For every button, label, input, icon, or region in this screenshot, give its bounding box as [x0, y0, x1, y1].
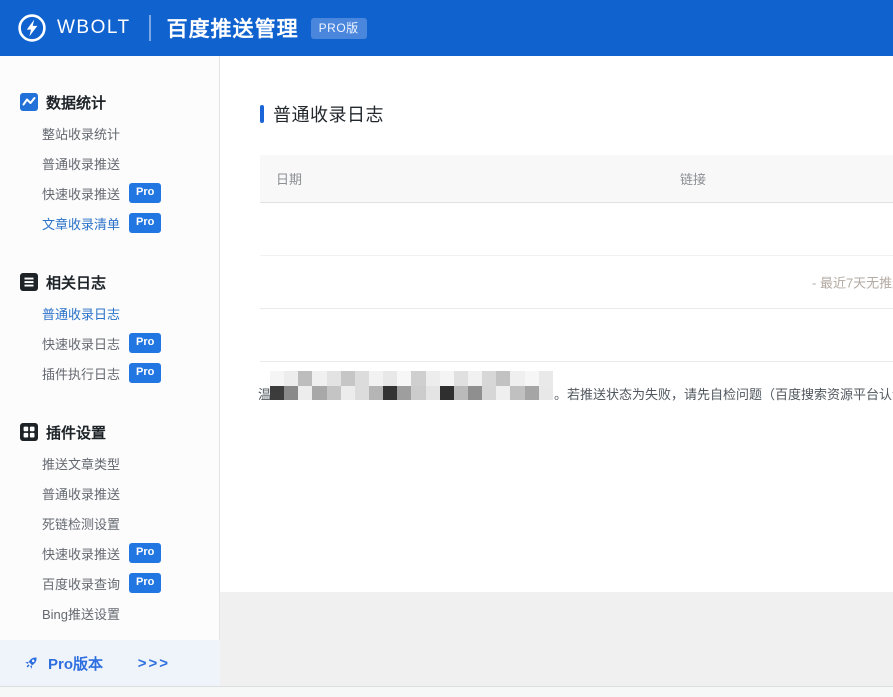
sidebar-section-title: 插件设置 [0, 422, 219, 442]
chevrons-icon: >>> [138, 655, 170, 672]
sidebar-item[interactable]: 推送文章类型 [0, 448, 219, 478]
sidebar-item-label: 文章收录清单 [42, 214, 120, 233]
pro-version-label: Pro版本 [48, 653, 103, 674]
pro-badge: Pro [129, 543, 161, 563]
empty-log-message: - 最近7天无推送记录 - [812, 273, 893, 292]
pro-version-badge: PRO版 [311, 18, 367, 39]
table-header-row: 日期 链接 [260, 155, 893, 203]
sidebar-section-title: 相关日志 [0, 272, 219, 292]
header-bar: WBOLT 百度推送管理 PRO版 [0, 0, 893, 56]
sidebar-item-label: 普通收录日志 [42, 304, 120, 323]
sidebar-section: 数据统计整站收录统计普通收录推送快速收录推送 Pro 文章收录清单 Pro [0, 92, 219, 238]
bottom-strip [0, 686, 893, 697]
main-content: 普通收录日志 日期 链接 - 最近7天无推送记录 - 温。若推送状态为失败，请先… [220, 56, 893, 697]
header-divider [149, 15, 151, 41]
sidebar-item-label: 插件执行日志 [42, 364, 120, 383]
page-title: 普通收录日志 [273, 101, 384, 127]
sidebar-item[interactable]: 文章收录清单 Pro [0, 208, 219, 238]
app-title: 百度推送管理 [167, 13, 299, 43]
sidebar-section-label: 数据统计 [46, 92, 106, 113]
sidebar-item-label: 百度收录查询 [42, 574, 120, 593]
pro-badge: Pro [129, 333, 161, 353]
sidebar-item-label: 快速收录推送 [42, 184, 120, 203]
sidebar-section: 相关日志普通收录日志快速收录日志 Pro 插件执行日志 Pro [0, 272, 219, 388]
title-accent-bar [260, 105, 264, 123]
sidebar-item-label: 推送文章类型 [42, 454, 120, 473]
sidebar-item[interactable]: 快速收录推送 Pro [0, 178, 219, 208]
wbolt-bolt-icon [18, 14, 46, 42]
log-table: 日期 链接 - 最近7天无推送记录 - [260, 155, 893, 362]
sidebar-item[interactable]: 插件执行日志 Pro [0, 358, 219, 388]
sidebar-item-label: 快速收录推送 [42, 544, 120, 563]
sidebar-item-label: 快速收录日志 [42, 334, 120, 353]
sidebar-item-label: Bing推送设置 [42, 604, 120, 623]
notice-body: 。若推送状态为失败，请先自检问题（百度搜索资源平台认证域名与网站实际 [554, 387, 893, 402]
brand-name: WBOLT [57, 17, 131, 39]
sidebar-item[interactable]: 普通收录推送 [0, 478, 219, 508]
table-body: - 最近7天无推送记录 - [260, 203, 893, 362]
sidebar-item[interactable]: 整站收录统计 [0, 118, 219, 148]
log-icon [20, 273, 38, 291]
sidebar-item[interactable]: 快速收录日志 Pro [0, 328, 219, 358]
grid-icon [20, 423, 38, 441]
footer-area [220, 592, 893, 686]
pro-badge: Pro [129, 183, 161, 203]
sidebar-item-label: 普通收录推送 [42, 484, 120, 503]
sidebar-section-title: 数据统计 [0, 92, 219, 112]
sidebar-item-label: 整站收录统计 [42, 124, 120, 143]
section-heading: 普通收录日志 [260, 103, 384, 125]
sidebar-item[interactable]: Bing推送设置 [0, 598, 219, 628]
table-row [260, 203, 893, 256]
sidebar-item[interactable]: 普通收录推送 [0, 148, 219, 178]
sidebar-section: 插件设置推送文章类型普通收录推送死链检测设置快速收录推送 Pro 百度收录查询 Pro… [0, 422, 219, 628]
chart-icon [20, 93, 38, 111]
sidebar-item[interactable]: 普通收录日志 [0, 298, 219, 328]
sidebar-item-label: 普通收录推送 [42, 154, 120, 173]
redacted-mosaic [270, 371, 553, 400]
pro-badge: Pro [129, 363, 161, 383]
table-row: - 最近7天无推送记录 - [260, 256, 893, 309]
sidebar-item[interactable]: 百度收录查询 Pro [0, 568, 219, 598]
sidebar-item-label: 死链检测设置 [42, 514, 120, 533]
notice-text: 温。若推送状态为失败，请先自检问题（百度搜索资源平台认证域名与网站实际 [258, 384, 893, 402]
column-header-link: 链接 [680, 169, 706, 188]
table-row [260, 309, 893, 362]
sidebar-nav: 数据统计整站收录统计普通收录推送快速收录推送Pro文章收录清单Pro相关日志普通… [0, 56, 220, 697]
baidu-push-admin-page: WBOLT 百度推送管理 PRO版 数据统计整站收录统计普通收录推送快速收录推送… [0, 0, 893, 697]
sidebar-item[interactable]: 快速收录推送 Pro [0, 538, 219, 568]
sidebar-section-label: 相关日志 [46, 272, 106, 293]
rocket-icon [22, 654, 40, 672]
sidebar-sections: 数据统计整站收录统计普通收录推送快速收录推送Pro文章收录清单Pro相关日志普通… [0, 92, 219, 628]
sidebar-section-label: 插件设置 [46, 422, 106, 443]
column-header-date: 日期 [260, 169, 302, 188]
sidebar-item[interactable]: 死链检测设置 [0, 508, 219, 538]
pro-badge: Pro [129, 573, 161, 593]
pro-upgrade-link[interactable]: Pro版本 >>> [0, 640, 220, 686]
pro-badge: Pro [129, 213, 161, 233]
